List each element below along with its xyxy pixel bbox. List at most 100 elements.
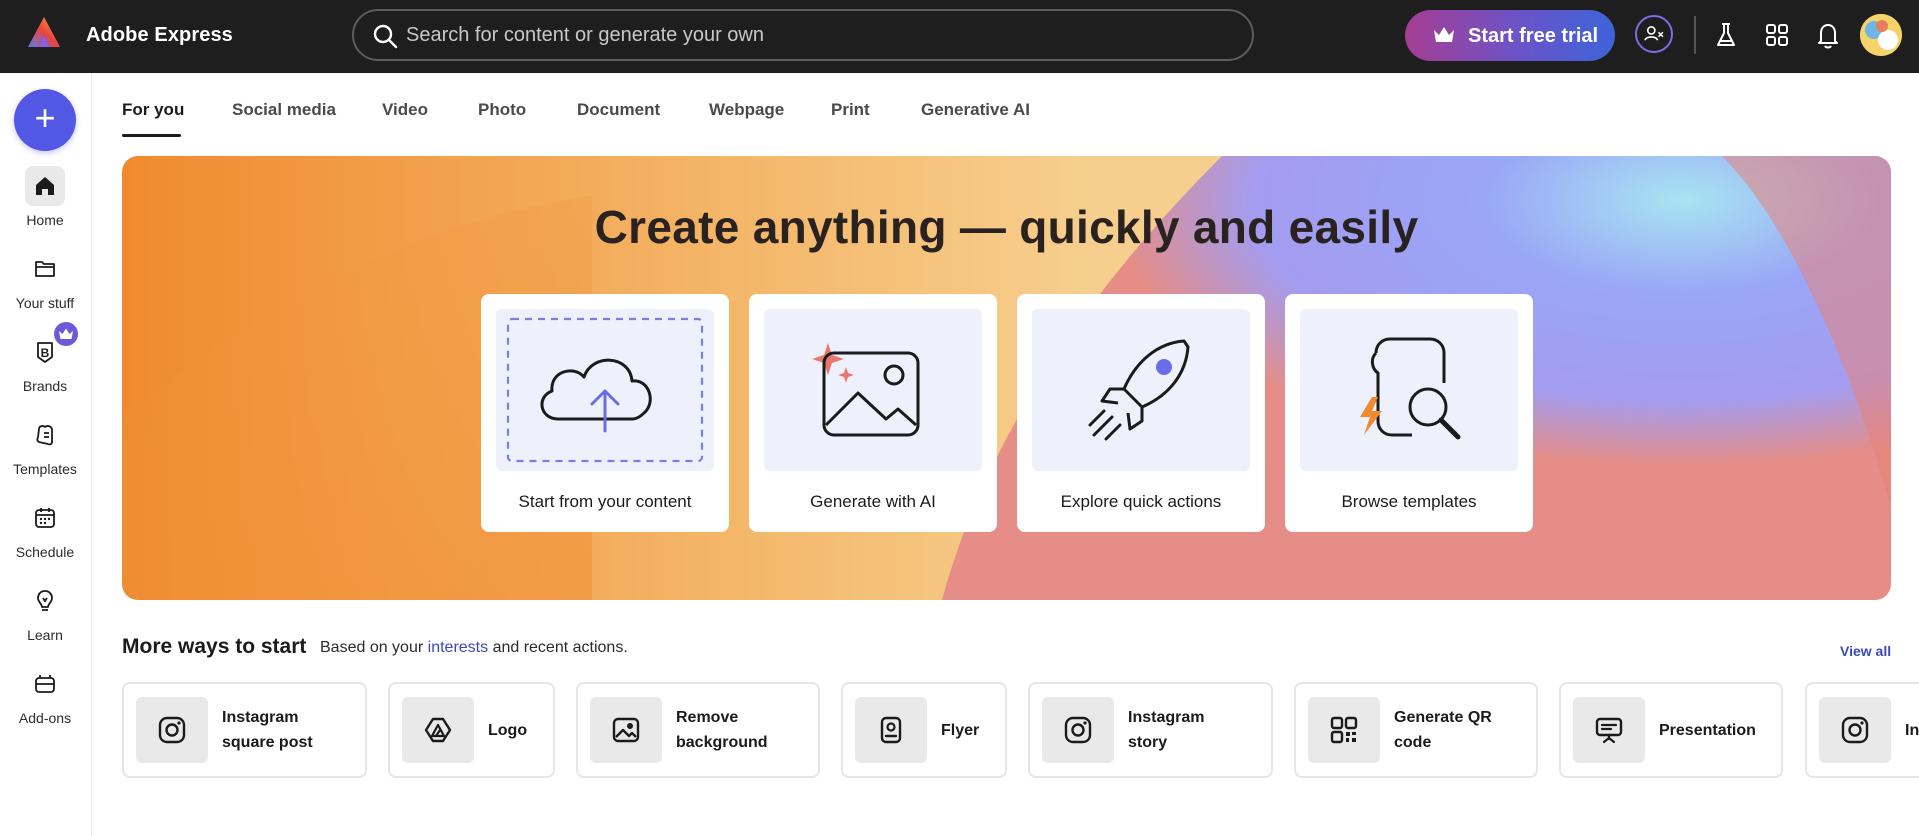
search-input[interactable] xyxy=(406,17,1226,53)
rail-item-label: Learn xyxy=(27,627,63,643)
hero-title: Create anything — quickly and easily xyxy=(594,201,1419,253)
notifications-bell-icon[interactable] xyxy=(1809,16,1847,54)
card-explore-quick-actions[interactable]: Explore quick actions xyxy=(1017,294,1265,532)
active-tab-indicator xyxy=(122,134,181,137)
search-icon xyxy=(373,24,398,49)
qr-code-icon xyxy=(1330,716,1358,744)
chip-logo[interactable]: Logo xyxy=(388,682,555,778)
crown-icon xyxy=(59,328,73,339)
chip-label: Instagram story xyxy=(1128,709,1205,751)
crown-icon xyxy=(1434,27,1454,42)
ai-image-icon xyxy=(812,343,920,437)
rail-item-label: Home xyxy=(26,212,64,228)
left-navigation-rail: + Home Your stuff B Brands Templates Sch… xyxy=(0,73,92,836)
plus-icon: + xyxy=(34,97,56,138)
rail-item-add-ons[interactable]: Add-ons xyxy=(0,664,90,734)
tab-print[interactable]: Print xyxy=(831,100,870,120)
svg-text:B: B xyxy=(41,346,50,360)
chip-flyer[interactable]: Flyer xyxy=(841,682,1007,778)
hero-banner: Create anything — quickly and easily Sta… xyxy=(122,156,1891,600)
chip-label: Generate QR code xyxy=(1394,709,1492,751)
card-browse-templates[interactable]: Browse templates xyxy=(1285,294,1533,532)
flyer-icon xyxy=(880,716,902,744)
start-free-trial-button[interactable]: Start free trial xyxy=(1405,10,1615,61)
card-label: Generate with AI xyxy=(810,492,936,511)
rail-item-label: Brands xyxy=(22,378,68,394)
rail-item-label: Templates xyxy=(13,461,77,477)
switch-profile-icon[interactable] xyxy=(1635,15,1673,53)
card-thumbnail xyxy=(496,309,714,471)
lightbulb-icon xyxy=(37,590,53,611)
trial-label: Start free trial xyxy=(1468,25,1599,47)
instagram-icon xyxy=(158,716,186,744)
rail-item-home[interactable]: Home xyxy=(0,166,90,236)
app-title: Adobe Express xyxy=(86,24,233,46)
tab-generative-ai[interactable]: Generative AI xyxy=(921,100,1030,120)
card-start-from-content[interactable]: Start from your content xyxy=(481,294,729,532)
rocket-icon xyxy=(1088,339,1190,441)
chip-label: In xyxy=(1905,721,1919,739)
folder-icon xyxy=(35,261,55,277)
addons-icon xyxy=(35,675,55,693)
instagram-icon xyxy=(1064,716,1092,744)
chip-label: Flyer xyxy=(941,721,980,739)
chip-icon-box xyxy=(855,697,927,763)
tab-video[interactable]: Video xyxy=(382,100,428,120)
remove-background-icon xyxy=(612,717,640,743)
chip-instagram-partial[interactable]: In xyxy=(1805,682,1919,778)
search-bar[interactable] xyxy=(352,9,1254,61)
more-ways-subtitle: Based on your interests and recent actio… xyxy=(320,639,628,657)
chip-icon-box xyxy=(1042,697,1114,763)
chip-remove-background[interactable]: Remove background xyxy=(576,682,820,778)
card-thumbnail xyxy=(1300,309,1518,471)
chip-icon-box xyxy=(136,697,208,763)
tab-for-you[interactable]: For you xyxy=(122,100,184,120)
chip-label: Remove background xyxy=(676,709,768,751)
tab-social-media[interactable]: Social media xyxy=(232,100,336,120)
rail-item-label: Your stuff xyxy=(15,295,75,311)
chip-label: Instagram square post xyxy=(222,709,313,751)
home-icon xyxy=(25,166,65,206)
tab-webpage[interactable]: Webpage xyxy=(709,100,784,120)
chip-icon-box xyxy=(590,697,662,763)
interests-link[interactable]: interests xyxy=(428,639,488,656)
template-search-icon xyxy=(1360,337,1461,440)
create-new-button[interactable]: + xyxy=(14,89,76,151)
rail-item-label: Add-ons xyxy=(18,710,72,726)
logo-icon xyxy=(424,717,452,743)
card-label: Explore quick actions xyxy=(1060,492,1222,511)
apps-grid-icon[interactable] xyxy=(1758,16,1796,54)
card-thumbnail xyxy=(764,309,982,471)
user-avatar[interactable] xyxy=(1860,14,1902,56)
avatar-image xyxy=(1860,14,1902,56)
rail-item-templates[interactable]: Templates xyxy=(0,415,90,485)
tab-document[interactable]: Document xyxy=(577,100,660,120)
premium-crown-badge xyxy=(54,322,78,346)
header-divider xyxy=(1694,16,1696,54)
rail-item-your-stuff[interactable]: Your stuff xyxy=(0,249,90,319)
subtitle-prefix: Based on your xyxy=(320,639,424,656)
rail-item-brands[interactable]: B Brands xyxy=(0,322,90,402)
chip-label: Logo xyxy=(488,721,528,739)
chip-generate-qr-code[interactable]: Generate QR code xyxy=(1294,682,1538,778)
more-ways-title: More ways to start xyxy=(122,635,307,658)
presentation-icon xyxy=(1595,717,1623,744)
chip-instagram-story[interactable]: Instagram story xyxy=(1028,682,1273,778)
chip-icon-box xyxy=(1308,697,1380,763)
instagram-icon xyxy=(1841,716,1869,744)
labs-flask-icon[interactable] xyxy=(1707,16,1745,54)
adobe-express-logo[interactable] xyxy=(26,15,62,51)
chip-presentation[interactable]: Presentation xyxy=(1559,682,1783,778)
rail-item-learn[interactable]: Learn xyxy=(0,581,90,651)
card-label: Browse templates xyxy=(1341,492,1477,511)
chip-icon-box xyxy=(1819,697,1891,763)
chip-icon-box xyxy=(402,697,474,763)
view-all-link[interactable]: View all xyxy=(1840,643,1891,659)
card-thumbnail xyxy=(1032,309,1250,471)
tab-photo[interactable]: Photo xyxy=(478,100,526,120)
chip-instagram-square-post[interactable]: Instagram square post xyxy=(122,682,367,778)
card-label: Start from your content xyxy=(518,492,692,511)
subtitle-suffix: and recent actions. xyxy=(492,639,628,656)
card-generate-with-ai[interactable]: Generate with AI xyxy=(749,294,997,532)
rail-item-schedule[interactable]: Schedule xyxy=(0,498,90,568)
